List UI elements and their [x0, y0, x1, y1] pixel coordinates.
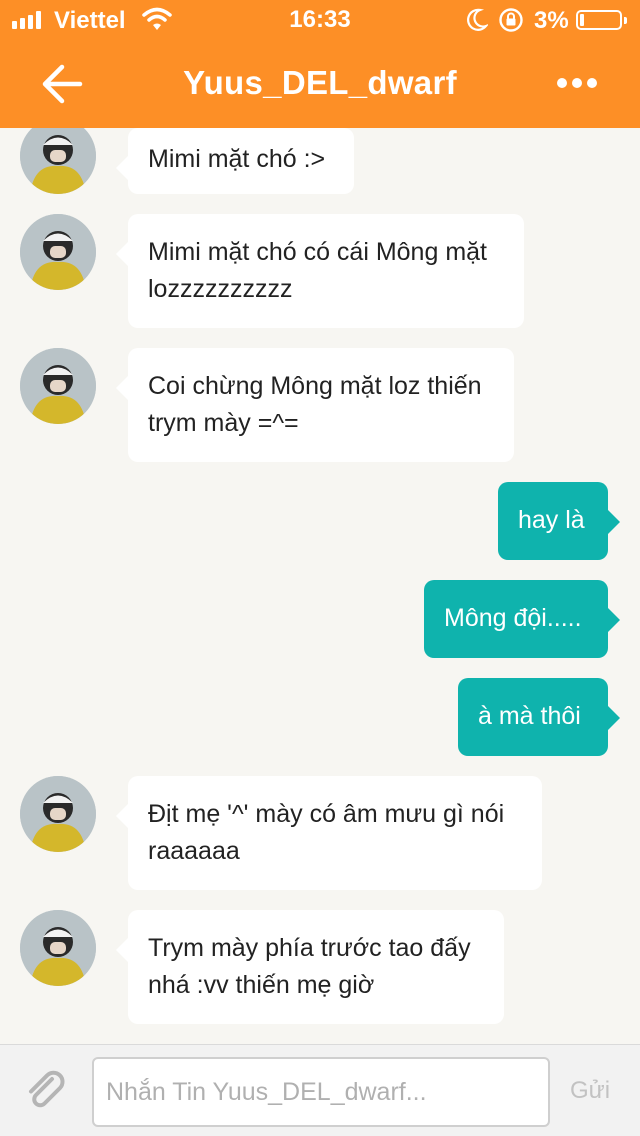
send-button[interactable]: Gửi	[570, 1077, 610, 1105]
avatar[interactable]	[20, 214, 96, 290]
message-bubble[interactable]: à mà thôi	[458, 678, 620, 756]
top-bar: Viettel 16:33 3% Yuus_DEL_dwarf	[0, 0, 640, 128]
avatar[interactable]	[20, 348, 96, 424]
message-list[interactable]: Mimi mặt chó :> Mimi mặt chó có cái Mông…	[0, 128, 640, 1044]
message-text: Mông đội.....	[444, 604, 582, 632]
battery-percent: 3%	[534, 7, 569, 34]
message-text: Mimi mặt chó :>	[148, 145, 326, 173]
rotation-lock-icon	[499, 8, 523, 32]
message-line: Coi chừng Mông mặt loz thiến	[148, 372, 482, 400]
message-bubble[interactable]: Coi chừng Mông mặt loz thiến trym mày =^…	[116, 348, 514, 462]
message-line: nhá :vv thiến mẹ giờ	[148, 971, 375, 999]
composer-bar: Gửi	[0, 1044, 640, 1136]
more-dots-icon	[557, 78, 567, 88]
status-bar: Viettel 16:33 3%	[0, 0, 640, 40]
message-bubble[interactable]: Địt mẹ '^' mày có âm mưu gì nói raaaaaa	[116, 776, 542, 890]
attach-button[interactable]	[22, 1067, 70, 1120]
message-bubble[interactable]: Mông đội.....	[424, 580, 620, 658]
more-button[interactable]	[552, 72, 602, 96]
message-text: hay là	[518, 506, 585, 534]
message-bubble[interactable]: Trym mày phía trước tao đấy nhá :vv thiế…	[116, 910, 504, 1024]
avatar[interactable]	[20, 128, 96, 194]
message-bubble[interactable]: Mimi mặt chó có cái Mông mặt lozzzzzzzzz…	[116, 214, 524, 328]
message-line: Trym mày phía trước tao đấy	[148, 934, 471, 962]
avatar[interactable]	[20, 776, 96, 852]
avatar[interactable]	[20, 910, 96, 986]
message-input[interactable]	[92, 1057, 550, 1127]
message-line: Địt mẹ '^' mày có âm mưu gì nói	[148, 800, 505, 828]
chat-title: Yuus_DEL_dwarf	[183, 64, 457, 101]
message-text: à mà thôi	[478, 702, 581, 730]
moon-icon	[467, 8, 488, 31]
message-line: lozzzzzzzzzz	[148, 275, 293, 303]
message-bubble[interactable]: Mimi mặt chó :>	[116, 128, 354, 194]
message-line: raaaaaa	[148, 837, 240, 865]
paperclip-icon	[29, 1070, 65, 1108]
message-line: trym mày =^=	[148, 409, 299, 437]
battery-icon	[576, 10, 627, 30]
message-bubble[interactable]: hay là	[498, 482, 620, 560]
message-line: Mimi mặt chó có cái Mông mặt	[148, 238, 487, 266]
